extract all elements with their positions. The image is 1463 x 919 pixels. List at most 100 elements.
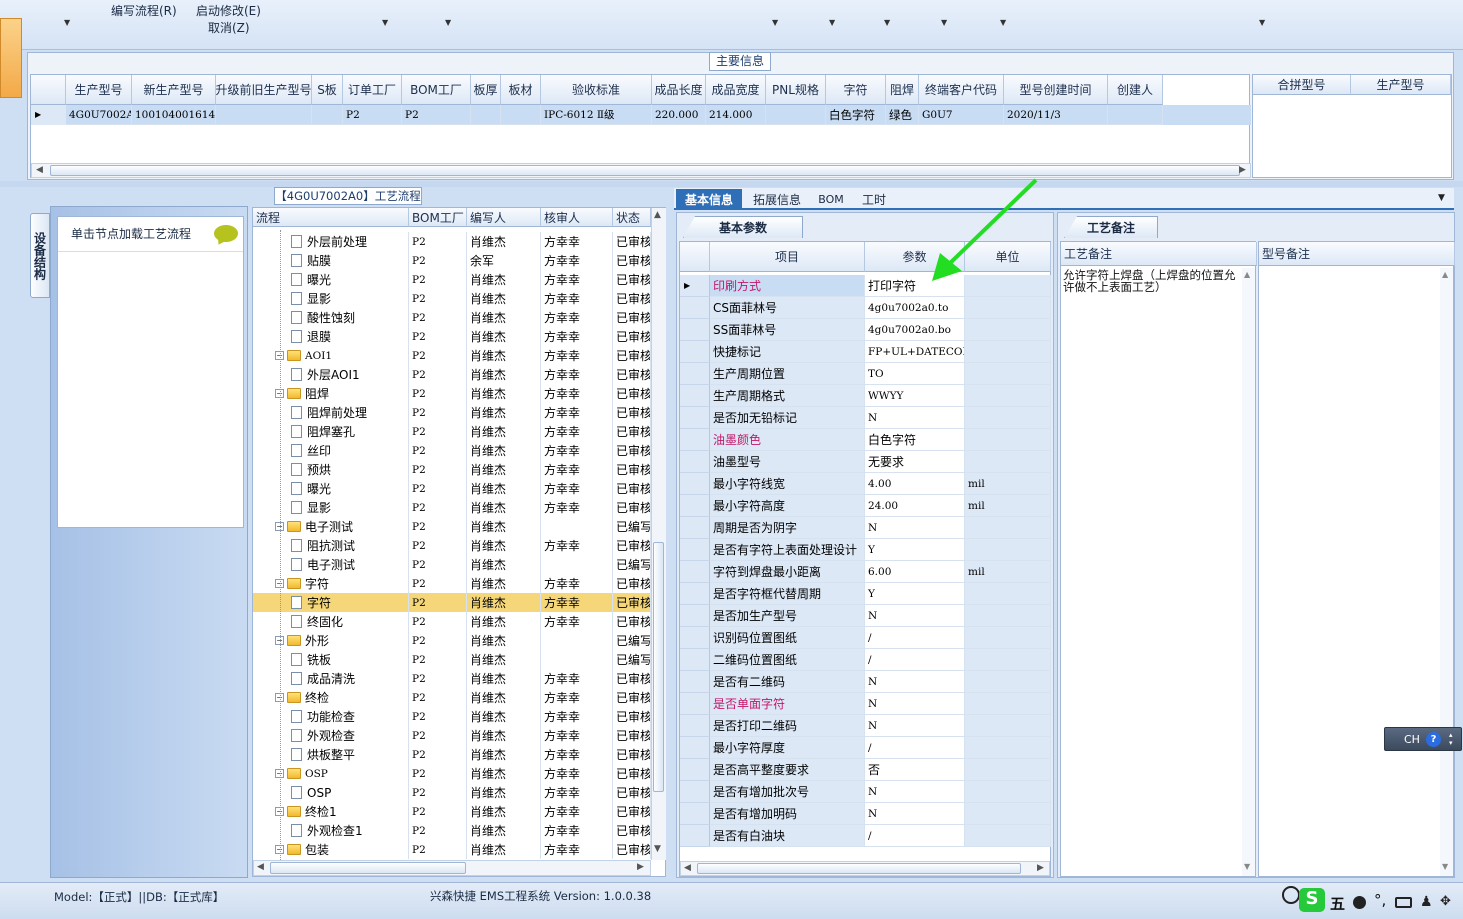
keyboard-icon[interactable] <box>1395 897 1412 908</box>
process-notes-text[interactable]: 允许字符上焊盘（上焊盘的位置允许做不上表面工艺） <box>1063 269 1239 293</box>
flow-name-cell[interactable]: 酸性蚀刻 <box>253 308 409 327</box>
param-value-cell[interactable]: FP+UL+DATECODE <box>865 341 965 363</box>
main-cell[interactable]: IPC-6012 Ⅱ级 <box>541 105 652 125</box>
ime-menu-icon[interactable]: ▴ ▾ <box>1449 731 1453 747</box>
help-icon[interactable]: ? <box>1426 732 1441 747</box>
flow-row[interactable]: 阻焊前处理 P2 肖维杰 方幸幸 已审核 <box>253 403 651 422</box>
param-value-cell[interactable]: 白色字符 <box>865 429 965 451</box>
main-cell[interactable]: G0U7 <box>919 105 1004 125</box>
flow-row[interactable]: − OSP P2 肖维杰 方幸幸 已审核 <box>253 764 651 783</box>
param-value-cell[interactable]: WWYY <box>865 385 965 407</box>
main-cell[interactable]: 4G0U7002A0 <box>66 105 132 125</box>
param-value-cell[interactable]: 4g0u7002a0.to <box>865 297 965 319</box>
tab-extended-info[interactable]: 拓展信息 <box>746 189 808 209</box>
param-row[interactable]: CS面菲林号 4g0u7002a0.to <box>680 297 1052 319</box>
param-value-cell[interactable]: N <box>865 693 965 715</box>
flow-name-cell[interactable]: 电子测试 <box>253 555 409 574</box>
flow-name-cell[interactable]: 外观检查 <box>253 726 409 745</box>
flow-name-cell[interactable]: 丝印 <box>253 441 409 460</box>
param-row[interactable]: SS面菲林号 4g0u7002a0.bo <box>680 319 1052 341</box>
main-cell[interactable]: 10010400161442 <box>132 105 216 125</box>
flow-name-cell[interactable]: 阻焊塞孔 <box>253 422 409 441</box>
flow-row[interactable]: 曝光 P2 肖维杰 方幸幸 已审核 <box>253 270 651 289</box>
tab-basic-info[interactable]: 基本信息 <box>676 189 742 209</box>
flow-name-cell[interactable]: 曝光 <box>253 270 409 289</box>
param-row[interactable]: 最小字符线宽 4.00 mil <box>680 473 1052 495</box>
main-col-header[interactable]: 成品宽度 <box>706 75 766 105</box>
main-cell[interactable]: P2 <box>402 105 471 125</box>
flow-row[interactable]: 电子测试 P2 肖维杰 已编写 <box>253 555 651 574</box>
param-row[interactable]: 油墨型号 无要求 <box>680 451 1052 473</box>
sogou-s-icon[interactable]: S <box>1299 888 1325 912</box>
param-row[interactable]: 是否有增加批次号 N <box>680 781 1052 803</box>
param-row[interactable]: 是否有白油块 / <box>680 825 1052 847</box>
flow-row[interactable]: 外观检查1 P2 肖维杰 方幸幸 已审核 <box>253 821 651 840</box>
flow-row[interactable]: 曝光 P2 肖维杰 方幸幸 已审核 <box>253 479 651 498</box>
flow-row[interactable]: − 终检1 P2 肖维杰 方幸幸 已审核 <box>253 802 651 821</box>
main-cell[interactable] <box>1108 105 1163 125</box>
params-col-header[interactable]: 项目 <box>710 242 865 272</box>
flow-row[interactable]: 预烘 P2 肖维杰 方幸幸 已审核 <box>253 460 651 479</box>
main-col-header[interactable]: 升级前旧生产型号 <box>216 75 312 105</box>
main-col-header[interactable]: S板 <box>312 75 343 105</box>
flow-name-cell[interactable]: 预烘 <box>253 460 409 479</box>
param-value-cell[interactable]: N <box>865 803 965 825</box>
main-col-header[interactable]: PNL规格 <box>766 75 826 105</box>
param-row[interactable]: 生产周期位置 TO <box>680 363 1052 385</box>
param-value-cell[interactable]: 24.00 <box>865 495 965 517</box>
main-col-header[interactable]: 字符 <box>826 75 886 105</box>
param-row[interactable]: 最小字符厚度 / <box>680 737 1052 759</box>
main-col-header[interactable]: 新生产型号 <box>132 75 216 105</box>
param-value-cell[interactable]: / <box>865 825 965 847</box>
flow-row[interactable]: − 终检 P2 肖维杰 方幸幸 已审核 <box>253 688 651 707</box>
main-cell[interactable] <box>766 105 826 125</box>
flow-name-cell[interactable]: 曝光 <box>253 479 409 498</box>
flow-name-cell[interactable]: − OSP <box>253 764 409 783</box>
flow-row[interactable]: − 字符 P2 肖维杰 方幸幸 已审核 <box>253 574 651 593</box>
main-col-header[interactable]: 成品长度 <box>652 75 706 105</box>
flow-name-cell[interactable]: 阻抗测试 <box>253 536 409 555</box>
param-row[interactable]: 是否单面字符 N <box>680 693 1052 715</box>
param-value-cell[interactable]: / <box>865 627 965 649</box>
flow-name-cell[interactable]: − 电子测试 <box>253 517 409 536</box>
param-value-cell[interactable]: / <box>865 737 965 759</box>
flow-row[interactable]: − 外形 P2 肖维杰 已编写 <box>253 631 651 650</box>
splitter[interactable] <box>0 181 1463 187</box>
flow-row[interactable]: 退膜 P2 肖维杰 方幸幸 已审核 <box>253 327 651 346</box>
flow-row[interactable]: 显影 P2 肖维杰 方幸幸 已审核 <box>253 289 651 308</box>
tab-bom[interactable]: BOM <box>814 189 848 209</box>
flow-name-cell[interactable]: − AOI1 <box>253 346 409 365</box>
main-col-header[interactable]: 阻焊 <box>886 75 919 105</box>
flow-name-cell[interactable]: 外层AOI1 <box>253 365 409 384</box>
param-value-cell[interactable]: Y <box>865 539 965 561</box>
param-value-cell[interactable]: N <box>865 715 965 737</box>
tab-menu-icon[interactable]: ▼ <box>1438 193 1445 203</box>
flow-row[interactable]: 阻焊塞孔 P2 肖维杰 方幸幸 已审核 <box>253 422 651 441</box>
flow-row[interactable]: − 阻焊 P2 肖维杰 方幸幸 已审核 <box>253 384 651 403</box>
main-col-header[interactable]: 创建人 <box>1108 75 1163 105</box>
flow-name-cell[interactable]: − 包装 <box>253 840 409 859</box>
flow-name-cell[interactable]: 成品清洗 <box>253 669 409 688</box>
flow-name-cell[interactable]: − 字符 <box>253 574 409 593</box>
flow-name-cell[interactable]: 显影 <box>253 498 409 517</box>
param-value-cell[interactable]: 6.00 <box>865 561 965 583</box>
param-row[interactable]: 周期是否为阴字 N <box>680 517 1052 539</box>
main-cell[interactable] <box>471 105 501 125</box>
flow-row[interactable]: 丝印 P2 肖维杰 方幸幸 已审核 <box>253 441 651 460</box>
param-row[interactable]: 是否有二维码 N <box>680 671 1052 693</box>
flow-col-header[interactable]: 编写人 <box>467 208 541 227</box>
flow-col-header[interactable]: 状态 <box>613 208 651 227</box>
cancel-button[interactable]: 取消(Z) <box>208 19 250 36</box>
flow-row[interactable]: 酸性蚀刻 P2 肖维杰 方幸幸 已审核 <box>253 308 651 327</box>
param-row[interactable]: 是否打印二维码 N <box>680 715 1052 737</box>
flow-name-cell[interactable]: 烘板整平 <box>253 745 409 764</box>
main-info-hscroll[interactable]: ◀ ▶ <box>31 163 1251 178</box>
flow-name-cell[interactable]: 显影 <box>253 289 409 308</box>
param-row[interactable]: 是否字符框代替周期 Y <box>680 583 1052 605</box>
param-value-cell[interactable]: N <box>865 781 965 803</box>
flow-row[interactable]: − AOI1 P2 肖维杰 方幸幸 已审核 <box>253 346 651 365</box>
main-cell[interactable]: 白色字符 <box>826 105 886 125</box>
param-value-cell[interactable]: N <box>865 517 965 539</box>
flow-name-cell[interactable]: 铣板 <box>253 650 409 669</box>
main-cell[interactable]: 绿色 <box>886 105 919 125</box>
